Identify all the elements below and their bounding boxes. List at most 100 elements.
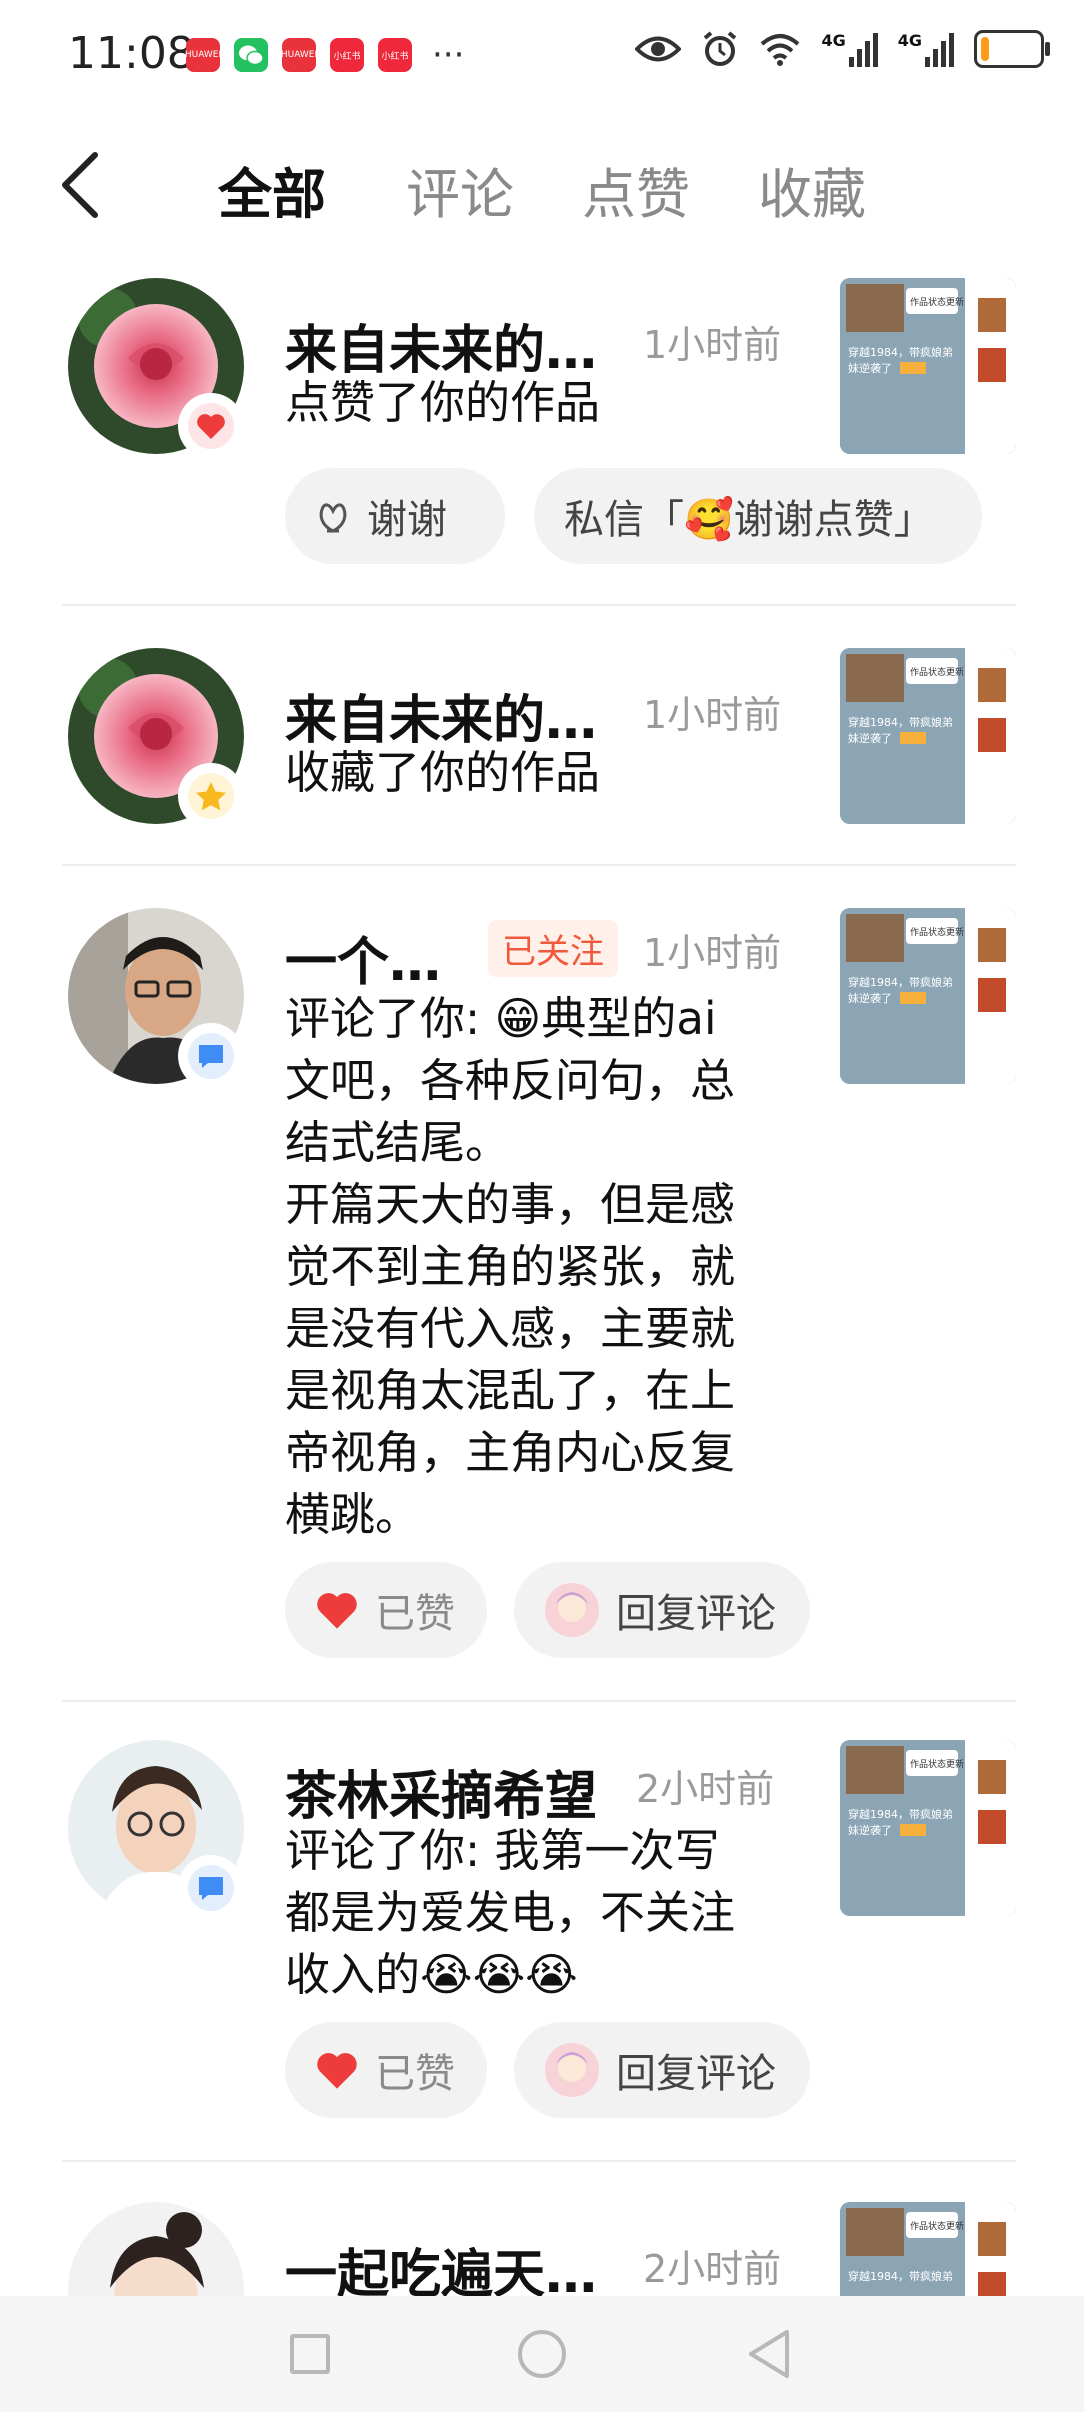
- reply-label: 回复评论: [616, 1591, 776, 1637]
- tab-comments[interactable]: 评论: [406, 150, 514, 229]
- comment-line: 横跳。: [285, 1488, 421, 1541]
- notification-like[interactable]: 来自未来的… 1小时前 点赞了你的作品 作品状态更新 穿越1984，带疯娘弟 妹逆袭…: [0, 278, 1084, 604]
- svg-text:作品状态更新: 作品状态更新: [910, 926, 964, 938]
- comment-line: 都是为爱发电，不关注: [285, 1886, 736, 1939]
- back-nav-button[interactable]: [745, 2328, 791, 2380]
- liked-button[interactable]: 已赞: [285, 2022, 487, 2118]
- work-thumbnail[interactable]: 作品状态更新 穿越1984，带疯娘弟 妹逆袭了: [840, 1740, 1016, 1916]
- recent-apps-button[interactable]: [290, 2334, 330, 2374]
- wifi-icon: [761, 34, 800, 66]
- work-thumbnail[interactable]: 作品状态更新穿越1984，带疯娘弟 妹逆袭了: [840, 908, 1016, 1084]
- heart-icon: [317, 2053, 357, 2089]
- comment-line: 评论了你: 我第一次写: [285, 1824, 720, 1877]
- more-notifications-icon: ···: [432, 35, 465, 75]
- svg-text:穿越1984，带疯娘弟: 穿越1984，带疯娘弟: [848, 2269, 953, 2283]
- favorite-badge: [178, 763, 244, 829]
- battery-icon: [974, 30, 1050, 68]
- comment-icon: [188, 1033, 234, 1079]
- liked-button[interactable]: 已赞: [285, 1562, 487, 1658]
- comment-line: 收入的😭😭😭: [285, 1948, 578, 2001]
- network-type-1: 4G: [821, 31, 846, 50]
- thumb-tag: 作品状态更新: [910, 296, 964, 308]
- reply-label: 回复评论: [616, 2051, 776, 2097]
- divider: [62, 604, 1016, 606]
- divider: [62, 1700, 1016, 1702]
- notification-comment[interactable]: 茶林采摘希望 2小时前 评论了你: 我第一次写 都是为爱发电，不关注 收入的😭😭…: [0, 1740, 1084, 2160]
- thanks-hands-icon: [319, 503, 347, 533]
- system-icons: 4G 4G: [635, 30, 1050, 68]
- network-type-2: 4G: [897, 31, 922, 50]
- svg-text:妹逆袭了: 妹逆袭了: [848, 991, 892, 1005]
- system-navigation-bar: [0, 2296, 1084, 2412]
- heart-icon: [317, 1593, 357, 1629]
- divider: [62, 864, 1016, 866]
- xiaohongshu-icon: 小红书: [330, 38, 364, 72]
- comment-line: 帝视角，主角内心反复: [285, 1426, 736, 1479]
- comment-line: 开篇天大的事，但是感: [285, 1178, 736, 1231]
- timestamp: 2小时前: [643, 2247, 782, 2291]
- user-name[interactable]: 茶林采摘希望: [285, 1754, 597, 1829]
- status-bar: 11:08 HUAWEI HUAWEI 小红书 小红书 ··· 4G 4G: [0, 0, 1084, 110]
- home-button[interactable]: [518, 2330, 566, 2378]
- svg-text:作品状态更新: 作品状态更新: [910, 666, 964, 678]
- thanks-label: 谢谢: [367, 497, 447, 543]
- comment-text: 评论了你: 我第一次写 都是为爱发电，不关注 收入的😭😭😭: [285, 1820, 785, 2006]
- svg-text:作品状态更新: 作品状态更新: [910, 1758, 964, 1770]
- back-button[interactable]: [55, 150, 115, 220]
- work-thumbnail[interactable]: 作品状态更新穿越1984，带疯娘弟: [840, 2202, 1016, 2296]
- user-avatar-icon: [545, 1583, 599, 1637]
- comment-line: 觉不到主角的紧张，就: [285, 1240, 736, 1293]
- signal-2: 4G: [898, 31, 954, 67]
- reply-comment-button[interactable]: 回复评论: [514, 1562, 810, 1658]
- xiaohongshu-icon-2: 小红书: [378, 38, 412, 72]
- comment-line: 结式结尾。: [285, 1116, 511, 1169]
- signal-1: 4G: [821, 31, 878, 67]
- notification-partial[interactable]: 一起吃遍天… 2小时前 作品状态更新穿越1984，带疯娘弟: [0, 2202, 1084, 2296]
- svg-text:穿越1984，带疯娘弟: 穿越1984，带疯娘弟: [848, 345, 953, 359]
- comment-line: 评论了你: 😁典型的ai: [285, 992, 717, 1045]
- tab-all[interactable]: 全部: [218, 150, 326, 229]
- timestamp: 1小时前: [643, 931, 782, 975]
- huawei-store-icon: HUAWEI: [185, 38, 221, 72]
- timestamp: 1小时前: [643, 693, 782, 737]
- user-avatar-icon: [545, 2043, 599, 2097]
- svg-text:穿越1984，带疯娘弟: 穿越1984，带疯娘弟: [848, 975, 953, 989]
- comment-line: 是视角太混乱了，在上: [285, 1364, 736, 1417]
- comment-line: 文吧，各种反问句，总: [285, 1054, 736, 1107]
- action-text: 点赞了你的作品: [285, 376, 601, 429]
- timestamp: 2小时前: [636, 1767, 775, 1811]
- notification-favorite[interactable]: 来自未来的… 1小时前 收藏了你的作品 作品状态更新 穿越1984，带疯娘弟 妹逆袭…: [0, 648, 1084, 864]
- timestamp: 1小时前: [643, 323, 782, 367]
- wechat-icon: [234, 38, 268, 72]
- svg-text:穿越1984，带疯娘弟: 穿越1984，带疯娘弟: [848, 715, 953, 729]
- reply-comment-button[interactable]: 回复评论: [514, 2022, 810, 2118]
- comment-line: 是没有代入感，主要就: [285, 1302, 736, 1355]
- message-thanks-label: 私信「🥰谢谢点赞」: [564, 497, 934, 543]
- comment-text: 评论了你: 😁典型的ai 文吧，各种反问句，总 结式结尾。 开篇天大的事，但是感…: [285, 988, 785, 1546]
- star-icon: [188, 773, 234, 819]
- comment-icon: [188, 1865, 234, 1911]
- user-name[interactable]: 一起吃遍天…: [285, 2232, 597, 2296]
- action-text: 收藏了你的作品: [285, 746, 601, 799]
- user-name[interactable]: 一个…: [285, 920, 441, 995]
- following-badge: 已关注: [488, 920, 618, 977]
- huawei-app-icon: HUAWEI: [281, 38, 317, 72]
- message-thanks-button[interactable]: 私信「🥰谢谢点赞」: [534, 468, 982, 564]
- notification-comment[interactable]: 一个… 已关注 1小时前 评论了你: 😁典型的ai 文吧，各种反问句，总 结式结…: [0, 908, 1084, 1700]
- liked-label: 已赞: [375, 2051, 455, 2097]
- status-time: 11:08: [68, 28, 195, 79]
- avatar[interactable]: [68, 2202, 244, 2296]
- svg-text:作品状态更新: 作品状态更新: [910, 2220, 964, 2232]
- signal-bars-icon-2: [925, 31, 954, 67]
- work-thumbnail[interactable]: 作品状态更新穿越1984，带疯娘弟 妹逆袭了: [840, 648, 1016, 824]
- thanks-button[interactable]: 谢谢: [285, 468, 505, 564]
- svg-text:妹逆袭了: 妹逆袭了: [848, 731, 892, 745]
- heart-icon: [188, 403, 234, 449]
- comment-badge: [178, 1855, 244, 1921]
- like-badge: [178, 393, 244, 459]
- work-thumbnail[interactable]: 作品状态更新 穿越1984，带疯娘弟 妹逆袭了: [840, 278, 1016, 454]
- tab-likes[interactable]: 点赞: [582, 150, 690, 229]
- tab-favorites[interactable]: 收藏: [758, 150, 866, 229]
- battery-level: [981, 37, 989, 61]
- alarm-icon: [704, 31, 737, 66]
